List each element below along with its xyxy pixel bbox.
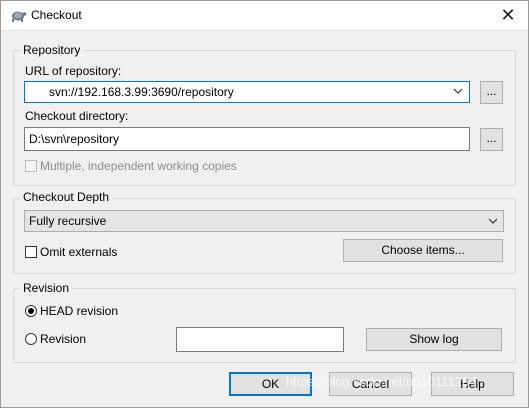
radio-selected-dot <box>28 308 34 314</box>
close-icon[interactable]: ✕ <box>493 2 523 28</box>
multiple-wc-checkbox[interactable] <box>25 160 37 172</box>
omit-externals-checkbox[interactable] <box>25 246 37 258</box>
cancel-button[interactable]: Cancel <box>329 372 412 396</box>
checkout-dir-value: D:\svn\repository <box>29 132 120 146</box>
help-button[interactable]: Help <box>431 372 514 396</box>
turtle-icon <box>12 11 27 22</box>
depth-selected: Fully recursive <box>29 214 107 228</box>
url-browse-button[interactable]: ... <box>480 81 503 104</box>
revision-group-title: Revision <box>20 281 73 295</box>
url-value: svn://192.168.3.99:3690/repository <box>49 85 234 99</box>
multiple-wc-label: Multiple, independent working copies <box>40 159 237 173</box>
repository-group-title: Repository <box>20 43 84 57</box>
checkout-dir-input[interactable]: D:\svn\repository <box>24 127 470 151</box>
chevron-down-icon[interactable] <box>488 217 498 225</box>
revision-input[interactable] <box>176 327 344 352</box>
window-title: Checkout <box>31 8 82 22</box>
checkout-depth-group-title: Checkout Depth <box>20 190 113 204</box>
dir-browse-button[interactable]: ... <box>480 128 503 151</box>
checkout-dir-label: Checkout directory: <box>25 109 129 123</box>
omit-externals-label: Omit externals <box>40 245 118 259</box>
url-combo[interactable]: svn://192.168.3.99:3690/repository <box>24 81 470 103</box>
revision-radio[interactable] <box>25 333 37 345</box>
depth-dropdown[interactable]: Fully recursive <box>24 210 504 232</box>
ok-button[interactable]: OK <box>229 372 312 396</box>
revision-label: Revision <box>40 332 87 346</box>
show-log-button[interactable]: Show log <box>366 328 502 351</box>
url-label: URL of repository: <box>25 64 122 78</box>
head-revision-radio[interactable] <box>25 305 37 317</box>
choose-items-button[interactable]: Choose items... <box>343 239 503 262</box>
head-revision-label: HEAD revision <box>40 304 119 318</box>
chevron-down-icon[interactable] <box>453 87 463 95</box>
